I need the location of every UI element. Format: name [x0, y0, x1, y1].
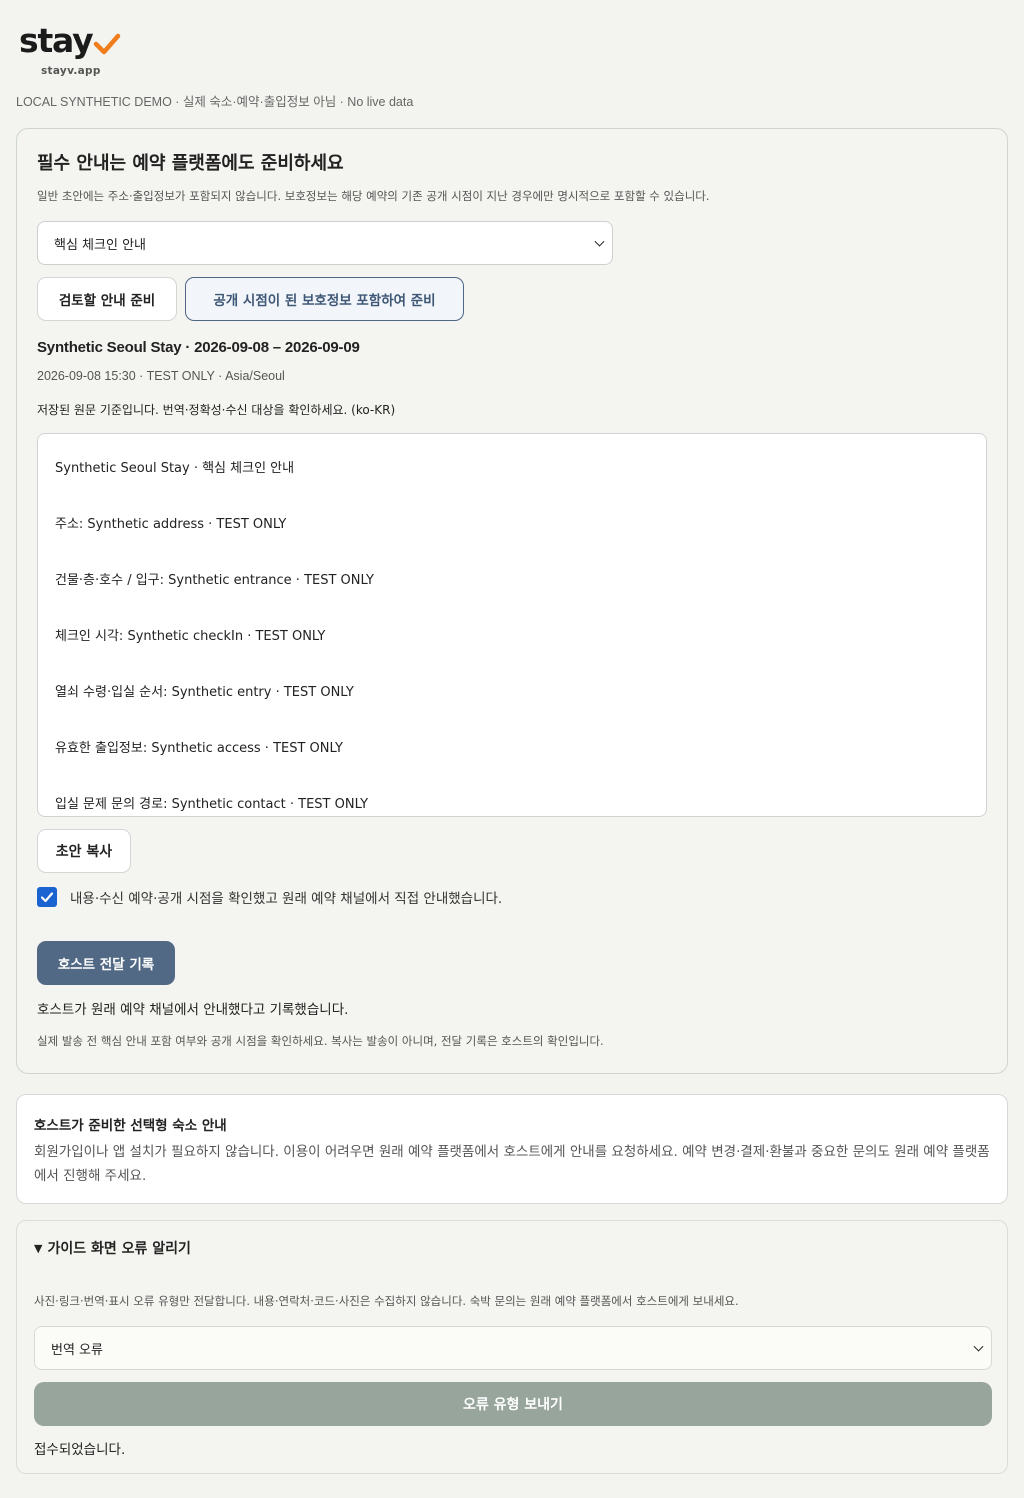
report-toggle[interactable]: ▼ 가이드 화면 오류 알리기: [34, 1238, 191, 1258]
confirm-label[interactable]: 내용·수신 예약·공개 시점을 확인했고 원래 예약 채널에서 직접 안내했습니…: [70, 887, 502, 907]
prepare-guide-button[interactable]: 검토할 안내 준비: [37, 277, 177, 321]
confirm-row: 내용·수신 예약·공개 시점을 확인했고 원래 예약 채널에서 직접 안내했습니…: [37, 887, 502, 907]
logo-check-icon: [94, 33, 121, 55]
draft-line: 체크인 시각: Synthetic checkIn · TEST ONLY: [55, 629, 326, 644]
demo-banner: LOCAL SYNTHETIC DEMO · 실제 숙소·예약·출입정보 아님 …: [16, 95, 414, 109]
checkmark-icon: [40, 892, 54, 903]
guide-type-selected: 핵심 체크인 안내: [54, 237, 146, 253]
record-status: 호스트가 원래 예약 채널에서 안내했다고 기록했습니다.: [37, 1002, 349, 1018]
stay-meta: 2026-09-08 15:30 · TEST ONLY · Asia/Seou…: [37, 369, 285, 383]
report-description: 사진·링크·번역·표시 오류 유형만 전달합니다. 내용·연락처·코드·사진은 …: [34, 1294, 739, 1308]
draft-line: 건물·층·호수 / 입구: Synthetic entrance · TEST …: [55, 573, 374, 588]
draft-line: 입실 문제 문의 경로: Synthetic contact · TEST ON…: [55, 797, 369, 812]
logo-wordmark: stay: [19, 22, 121, 60]
chevron-down-icon: [594, 236, 605, 247]
guide-body: 회원가입이나 앱 설치가 필요하지 않습니다. 이용이 어려우면 원래 예약 플…: [34, 1144, 990, 1184]
main-description: 일반 초안에는 주소·출입정보가 포함되지 않습니다. 보호정보는 해당 예약의…: [37, 189, 710, 203]
copy-draft-button[interactable]: 초안 복사: [37, 829, 131, 873]
confirm-checkbox[interactable]: [37, 887, 57, 907]
draft-textarea[interactable]: Synthetic Seoul Stay · 핵심 체크인 안내 주소: Syn…: [37, 433, 987, 817]
draft-line: 유효한 출입정보: Synthetic access · TEST ONLY: [55, 741, 343, 756]
brand-logo: stay stayv.app: [19, 22, 121, 77]
report-status: 접수되었습니다.: [34, 1442, 126, 1458]
draft-line: Synthetic Seoul Stay · 핵심 체크인 안내: [55, 461, 295, 476]
guide-type-select[interactable]: 핵심 체크인 안내: [37, 221, 613, 265]
page-title: 필수 안내는 예약 플랫폼에도 준비하세요: [37, 153, 344, 174]
chevron-down-icon: [973, 1341, 984, 1352]
logo-text: stay: [19, 21, 94, 60]
prepare-protected-button[interactable]: 공개 시점이 된 보호정보 포함하여 준비: [185, 277, 464, 321]
send-error-button[interactable]: 오류 유형 보내기: [34, 1382, 992, 1426]
error-report-card: ▼ 가이드 화면 오류 알리기 사진·링크·번역·표시 오류 유형만 전달합니다…: [16, 1220, 1008, 1474]
report-summary-label: 가이드 화면 오류 알리기: [47, 1241, 191, 1257]
triangle-down-icon: ▼: [34, 1241, 43, 1255]
draft-line: 열쇠 수령·입실 순서: Synthetic entry · TEST ONLY: [55, 685, 354, 700]
source-note: 저장된 원문 기준입니다. 번역·정확성·수신 대상을 확인하세요. (ko-K…: [37, 403, 396, 417]
optional-guide-card: 호스트가 준비한 선택형 숙소 안내 회원가입이나 앱 설치가 필요하지 않습니…: [16, 1094, 1008, 1204]
checkin-guide-card: 필수 안내는 예약 플랫폼에도 준비하세요 일반 초안에는 주소·출입정보가 포…: [16, 128, 1008, 1074]
stay-title: Synthetic Seoul Stay · 2026-09-08 – 2026…: [37, 339, 360, 356]
record-delivery-button[interactable]: 호스트 전달 기록: [37, 941, 175, 985]
guide-title: 호스트가 준비한 선택형 숙소 안내: [34, 1118, 227, 1134]
logo-domain: stayv.app: [41, 65, 101, 77]
error-type-select[interactable]: 번역 오류: [34, 1326, 992, 1370]
record-note: 실제 발송 전 핵심 안내 포함 여부와 공개 시점을 확인하세요. 복사는 발…: [37, 1034, 604, 1048]
error-type-selected: 번역 오류: [51, 1342, 103, 1358]
draft-line: 주소: Synthetic address · TEST ONLY: [55, 517, 287, 532]
